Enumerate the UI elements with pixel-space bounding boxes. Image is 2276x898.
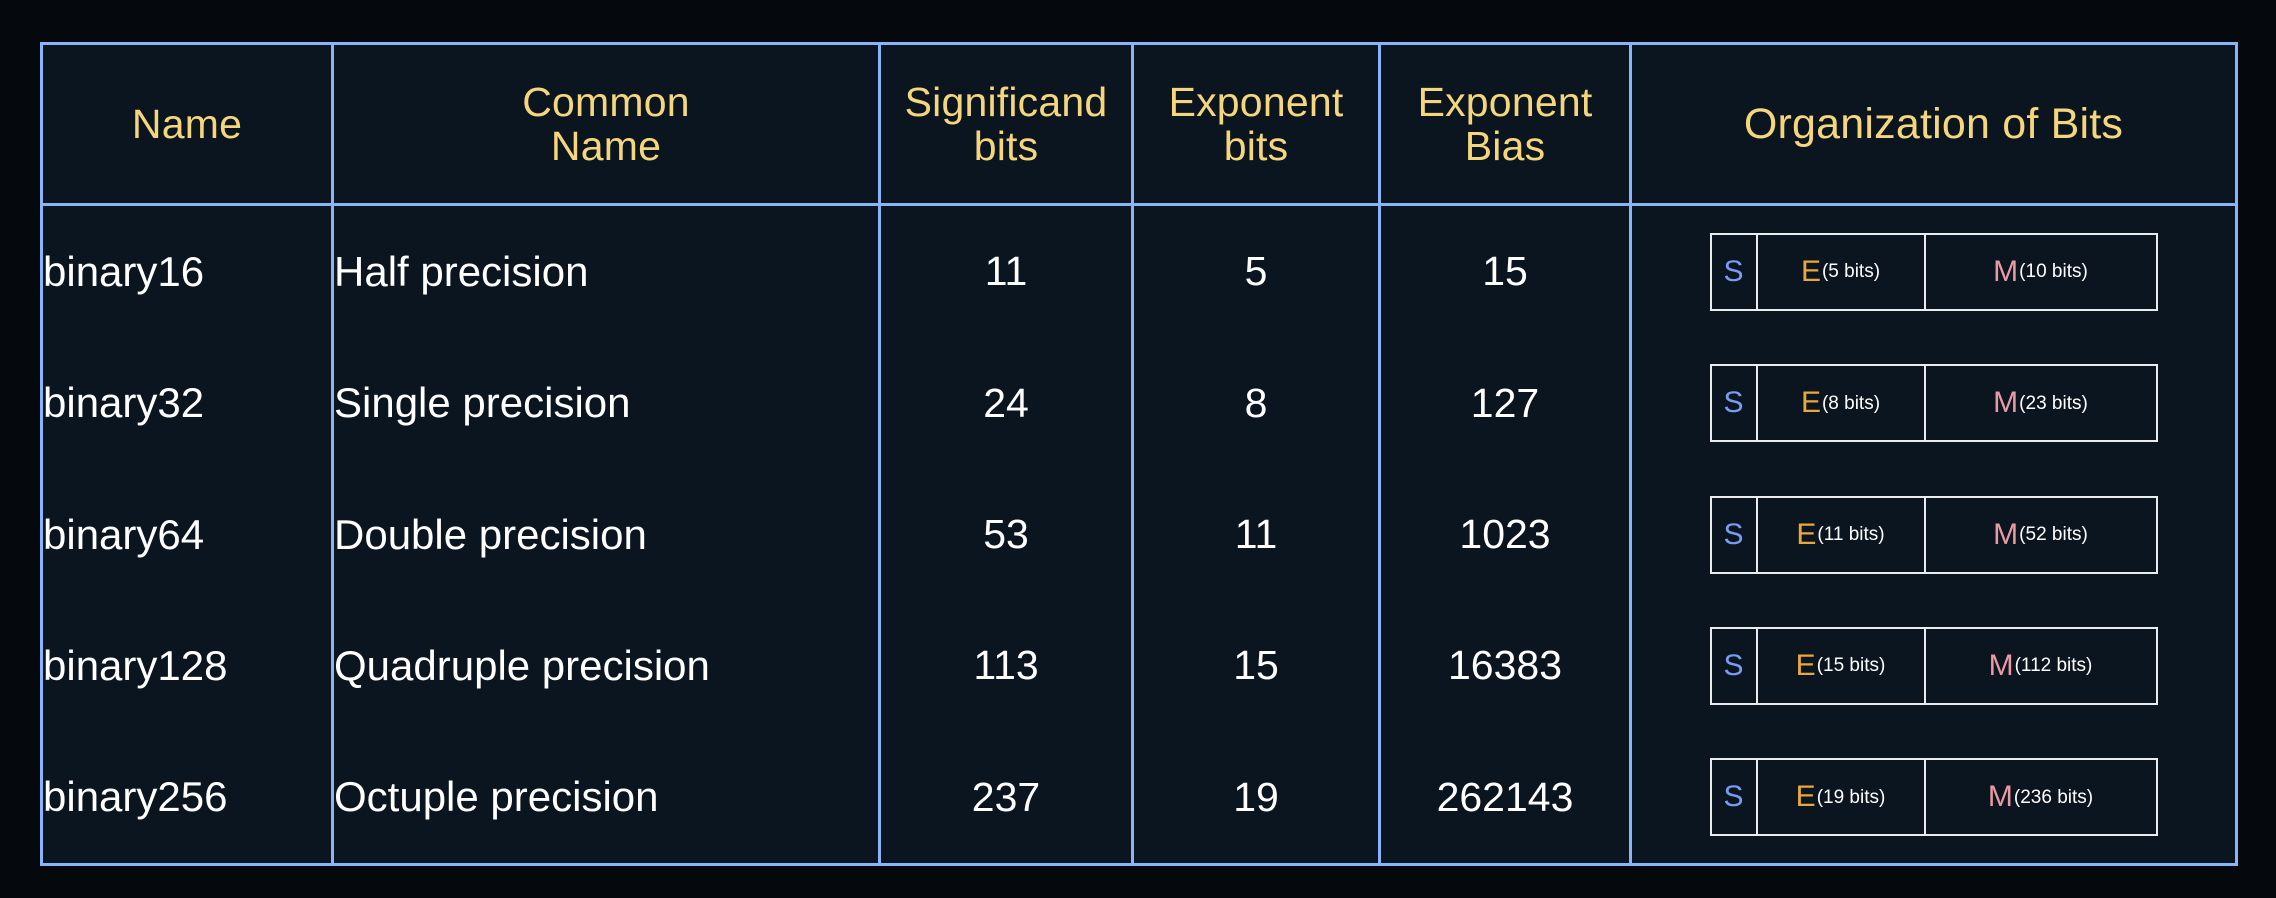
cell-organization-of-bits: S E (15 bits) M (112 bits) bbox=[1630, 600, 2235, 732]
bit-segment-mantissa: M (10 bits) bbox=[1926, 235, 2156, 309]
cell-significand-bits: 11 bbox=[879, 204, 1134, 338]
header-label-common-name: Common Name bbox=[522, 78, 690, 169]
header-cell-significand-bits: Significand bits bbox=[879, 45, 1134, 206]
cell-name: binary32 bbox=[43, 337, 334, 469]
bit-layout-diagram: S E (19 bits) M (236 bits) bbox=[1709, 758, 2158, 837]
screen: Name Common Name Significand bits Expone… bbox=[0, 0, 2276, 898]
cell-significand-bits: 237 bbox=[879, 731, 1134, 863]
bit-segment-sign: S bbox=[1712, 628, 1758, 703]
cell-name: binary16 bbox=[43, 204, 334, 338]
exponent-bit-label: (19 bits) bbox=[1816, 786, 1886, 808]
exponent-bit-label: (15 bits) bbox=[1816, 655, 1886, 677]
exponent-bit-label: (11 bits) bbox=[1817, 524, 1885, 546]
header-cell-organization-of-bits: Organization of Bits bbox=[1630, 45, 2235, 206]
bit-segment-sign: S bbox=[1712, 366, 1758, 441]
bit-segment-sign: S bbox=[1712, 234, 1758, 309]
header-label-exponent-bias: Exponent Bias bbox=[1417, 78, 1593, 169]
cell-exponent-bias: 15 bbox=[1379, 204, 1632, 338]
mantissa-bit-label: (112 bits) bbox=[2014, 655, 2093, 677]
cell-exponent-bits: 8 bbox=[1132, 337, 1381, 469]
bit-segment-mantissa: M (236 bits) bbox=[1926, 760, 2156, 834]
bit-segment-exponent: E (11 bits) bbox=[1758, 497, 1926, 572]
cell-common-name: Quadruple precision bbox=[332, 600, 881, 732]
cell-name: binary256 bbox=[43, 731, 334, 863]
cell-significand-bits: 24 bbox=[879, 337, 1134, 469]
bit-segment-exponent: E (15 bits) bbox=[1758, 628, 1926, 703]
cell-exponent-bits: 15 bbox=[1132, 600, 1381, 732]
exponent-bit-glyph: E bbox=[1796, 517, 1817, 551]
table-body: binary16 Half precision 11 5 15 S E (5 b… bbox=[43, 204, 2235, 863]
cell-common-name: Double precision bbox=[332, 468, 881, 601]
exponent-bit-glyph: E bbox=[1800, 254, 1821, 288]
mantissa-bit-glyph: M bbox=[1993, 254, 2019, 288]
mantissa-bit-glyph: M bbox=[1993, 517, 2019, 551]
cell-organization-of-bits: S E (8 bits) M (23 bits) bbox=[1630, 337, 2235, 469]
exponent-bit-label: (8 bits) bbox=[1821, 392, 1881, 414]
sign-bit-glyph: S bbox=[1723, 254, 1744, 288]
exponent-bit-glyph: E bbox=[1795, 648, 1816, 682]
bit-segment-sign: S bbox=[1712, 497, 1758, 572]
header-cell-exponent-bias: Exponent Bias bbox=[1379, 45, 1632, 206]
bit-segment-mantissa: M (23 bits) bbox=[1926, 366, 2156, 440]
header-label-significand-bits: Significand bits bbox=[904, 78, 1108, 169]
cell-common-name: Single precision bbox=[332, 337, 881, 469]
mantissa-bit-label: (23 bits) bbox=[2019, 392, 2088, 414]
cell-common-name: Octuple precision bbox=[332, 731, 881, 863]
header-label-organization-of-bits: Organization of Bits bbox=[1743, 99, 2124, 148]
mantissa-bit-label: (52 bits) bbox=[2019, 524, 2088, 546]
table-row: binary256 Octuple precision 237 19 26214… bbox=[43, 731, 2235, 863]
bit-segment-exponent: E (8 bits) bbox=[1758, 366, 1926, 441]
bit-layout-diagram: S E (15 bits) M (112 bits) bbox=[1709, 626, 2158, 705]
table-row: binary32 Single precision 24 8 127 S E (… bbox=[43, 337, 2235, 469]
mantissa-bit-label: (10 bits) bbox=[2019, 261, 2088, 283]
floating-point-formats-table: Name Common Name Significand bits Expone… bbox=[40, 42, 2238, 866]
header-cell-common-name: Common Name bbox=[332, 45, 881, 206]
sign-bit-glyph: S bbox=[1723, 517, 1744, 551]
cell-exponent-bits: 5 bbox=[1132, 204, 1381, 338]
cell-exponent-bias: 16383 bbox=[1379, 600, 1632, 732]
bit-layout-diagram: S E (8 bits) M (23 bits) bbox=[1709, 364, 2158, 443]
cell-exponent-bias: 1023 bbox=[1379, 468, 1632, 601]
bit-segment-exponent: E (19 bits) bbox=[1758, 760, 1926, 835]
table-row: binary64 Double precision 53 11 1023 S E… bbox=[43, 468, 2235, 601]
cell-name: binary64 bbox=[43, 468, 334, 601]
mantissa-bit-glyph: M bbox=[1988, 648, 2014, 682]
cell-organization-of-bits: S E (19 bits) M (236 bits) bbox=[1630, 731, 2235, 863]
bit-segment-mantissa: M (112 bits) bbox=[1926, 629, 2156, 703]
cell-exponent-bits: 11 bbox=[1132, 468, 1381, 601]
bit-segment-sign: S bbox=[1712, 760, 1758, 835]
table-row: binary16 Half precision 11 5 15 S E (5 b… bbox=[43, 204, 2235, 338]
sign-bit-glyph: S bbox=[1723, 648, 1744, 682]
mantissa-bit-glyph: M bbox=[1993, 386, 2019, 420]
header-cell-exponent-bits: Exponent bits bbox=[1132, 45, 1381, 206]
cell-exponent-bias: 127 bbox=[1379, 337, 1632, 469]
exponent-bit-glyph: E bbox=[1795, 780, 1816, 814]
bit-segment-exponent: E (5 bits) bbox=[1758, 234, 1926, 309]
exponent-bit-label: (5 bits) bbox=[1821, 261, 1881, 283]
cell-exponent-bits: 19 bbox=[1132, 731, 1381, 863]
cell-organization-of-bits: S E (11 bits) M (52 bits) bbox=[1630, 468, 2235, 601]
table-row: binary128 Quadruple precision 113 15 163… bbox=[43, 600, 2235, 732]
bit-layout-diagram: S E (5 bits) M (10 bits) bbox=[1709, 232, 2158, 311]
mantissa-bit-glyph: M bbox=[1987, 780, 2013, 814]
cell-significand-bits: 113 bbox=[879, 600, 1134, 732]
cell-exponent-bias: 262143 bbox=[1379, 731, 1632, 863]
spec-table: Name Common Name Significand bits Expone… bbox=[43, 45, 2235, 863]
bit-segment-mantissa: M (52 bits) bbox=[1926, 498, 2156, 572]
cell-significand-bits: 53 bbox=[879, 468, 1134, 601]
header-label-name: Name bbox=[131, 100, 243, 147]
header-label-exponent-bits: Exponent bits bbox=[1168, 78, 1344, 169]
cell-common-name: Half precision bbox=[332, 204, 881, 338]
cell-name: binary128 bbox=[43, 600, 334, 732]
mantissa-bit-label: (236 bits) bbox=[2013, 786, 2094, 808]
bit-layout-diagram: S E (11 bits) M (52 bits) bbox=[1709, 495, 2158, 574]
table-header: Name Common Name Significand bits Expone… bbox=[43, 45, 2235, 206]
sign-bit-glyph: S bbox=[1723, 780, 1744, 814]
sign-bit-glyph: S bbox=[1723, 386, 1744, 420]
header-row: Name Common Name Significand bits Expone… bbox=[43, 45, 2235, 206]
header-cell-name: Name bbox=[43, 45, 334, 206]
exponent-bit-glyph: E bbox=[1800, 386, 1821, 420]
cell-organization-of-bits: S E (5 bits) M (10 bits) bbox=[1630, 204, 2235, 338]
